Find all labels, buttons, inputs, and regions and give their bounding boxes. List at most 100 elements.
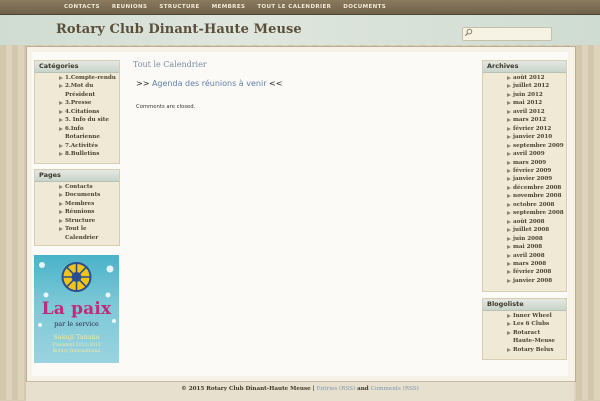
arrow-icon <box>59 118 63 123</box>
page-title: Tout le Calendrier <box>133 60 207 69</box>
arrow-icon <box>507 76 511 80</box>
archive-label: mars 2009 <box>513 159 547 166</box>
page-item[interactable]: Structure <box>35 217 119 225</box>
archive-item[interactable]: décembre 2008 <box>483 184 566 192</box>
arrow-icon <box>59 101 63 106</box>
arrow-icon <box>59 210 63 215</box>
archive-item[interactable]: octobre 2008 <box>483 201 566 209</box>
comments-rss-link[interactable]: Comments (RSS) <box>371 386 419 392</box>
archive-label: janvier 2010 <box>513 134 553 141</box>
nav-structure[interactable]: STRUCTURE <box>153 0 205 12</box>
nav-tout-le-calendrier[interactable]: TOUT LE CALENDRIER <box>251 0 337 12</box>
archive-item[interactable]: mars 2012 <box>483 116 566 124</box>
archive-item[interactable]: septembre 2008 <box>483 209 566 217</box>
archive-label: septembre 2009 <box>513 142 564 149</box>
archive-item[interactable]: février 2012 <box>483 125 566 133</box>
archive-item[interactable]: mars 2008 <box>483 260 566 268</box>
archive-item[interactable]: janvier 2010 <box>483 133 566 141</box>
arrow-icon <box>59 218 63 223</box>
arrow-icon <box>507 322 511 327</box>
archive-label: mai 2008 <box>513 244 543 251</box>
rotary-banner[interactable]: La paix par le service Sakuji Tanaka Pré… <box>34 255 119 363</box>
page-item[interactable]: Membres <box>35 200 119 208</box>
arrow-icon <box>507 202 511 207</box>
nav-membres[interactable]: MEMBRES <box>206 0 252 12</box>
category-label: 2.Mot du Président <box>65 83 96 98</box>
archive-label: janvier 2009 <box>513 176 553 183</box>
page-label: Tout le Calendrier <box>65 226 99 241</box>
category-item[interactable]: 3.Presse <box>35 99 119 107</box>
archive-item[interactable]: juin 2012 <box>483 91 566 99</box>
archive-item[interactable]: mars 2009 <box>483 159 566 167</box>
nav-reunions[interactable]: REUNIONS <box>106 0 154 12</box>
arrow-icon <box>507 92 511 97</box>
archive-label: février 2009 <box>513 167 552 174</box>
archive-item[interactable]: août 2008 <box>483 218 566 226</box>
blog-label: Les 6 Clubs <box>513 321 550 328</box>
archive-label: février 2012 <box>513 125 552 132</box>
page-item[interactable]: Contacts <box>35 183 119 191</box>
page-item[interactable]: Tout le Calendrier <box>35 225 105 242</box>
page-item[interactable]: Documents <box>35 191 119 199</box>
archive-label: août 2008 <box>513 218 545 225</box>
archive-item[interactable]: avril 2009 <box>483 150 566 158</box>
archive-item[interactable]: avril 2008 <box>483 252 566 260</box>
arrow-icon <box>59 126 63 131</box>
arrow-icon <box>507 109 511 114</box>
arrow-icon <box>59 201 63 206</box>
archive-label: mars 2012 <box>513 117 547 124</box>
category-item[interactable]: 2.Mot du Président <box>35 82 115 99</box>
search-icon[interactable] <box>464 28 473 37</box>
arrow-icon <box>507 253 511 258</box>
archives-widget: Archives août 2012 juillet 2012 juin 2012 m… <box>482 60 567 292</box>
blog-item[interactable]: Rotaract Haute-Meuse <box>483 329 557 346</box>
arrow-icon <box>507 143 511 148</box>
archive-item[interactable]: novembre 2008 <box>483 192 566 200</box>
archive-label: avril 2009 <box>513 151 545 158</box>
blog-item[interactable]: Les 6 Clubs <box>483 320 566 328</box>
agenda-suffix: << <box>266 79 283 88</box>
arrow-icon <box>507 245 511 250</box>
category-item[interactable]: 5. Info du site <box>35 116 119 124</box>
entries-rss-link[interactable]: Entries (RSS) <box>317 386 356 392</box>
category-item[interactable]: 8.Bulletins <box>35 150 119 158</box>
agenda-link[interactable]: Agenda des réunions à venir <box>152 79 267 88</box>
archive-item[interactable]: janvier 2009 <box>483 175 566 183</box>
archive-item[interactable]: septembre 2009 <box>483 142 566 150</box>
category-item[interactable]: 1.Compte-rendu <box>35 74 119 82</box>
nav-contacts[interactable]: CONTACTS <box>58 0 106 12</box>
archive-item[interactable]: juillet 2008 <box>483 226 566 234</box>
archive-item[interactable]: février 2009 <box>483 167 566 175</box>
nav-documents[interactable]: DOCUMENTS <box>337 0 392 12</box>
archive-label: janvier 2008 <box>513 277 553 284</box>
banner-org: Rotary International <box>52 349 101 354</box>
blog-label: Rotaract Haute-Meuse <box>513 329 555 345</box>
blog-item[interactable]: Rotary Belux <box>483 346 566 354</box>
archive-item[interactable]: août 2012 <box>483 74 566 82</box>
category-item[interactable]: 4.Citations <box>35 108 119 116</box>
archive-item[interactable]: mai 2012 <box>483 99 566 107</box>
footer-copyright: © 2015 Rotary Club Dinant-Haute Meuse | <box>181 386 317 392</box>
page-label: Membres <box>65 200 95 207</box>
archive-label: septembre 2008 <box>513 210 564 217</box>
arrow-icon <box>59 193 63 198</box>
archive-item[interactable]: juin 2008 <box>483 235 566 243</box>
arrow-icon <box>507 177 511 182</box>
archive-label: avril 2008 <box>513 252 545 259</box>
arrow-icon <box>507 347 511 352</box>
archive-label: février 2008 <box>513 269 552 276</box>
page-item[interactable]: Réunions <box>35 208 119 216</box>
site-title[interactable]: Rotary Club Dinant-Haute Meuse <box>56 22 302 37</box>
archive-item[interactable]: janvier 2008 <box>483 277 566 285</box>
archive-item[interactable]: juillet 2012 <box>483 82 566 90</box>
category-item[interactable]: 7.Activités <box>35 142 119 150</box>
arrow-icon <box>59 76 63 80</box>
search-input[interactable] <box>462 27 552 41</box>
archive-item[interactable]: mai 2008 <box>483 243 566 251</box>
categories-widget: Catégories 1.Compte-rendu 2.Mot du Prési… <box>34 60 120 164</box>
blog-item[interactable]: Inner Wheel <box>483 312 566 320</box>
category-item[interactable]: 6.Info Rotarienne <box>35 125 115 142</box>
banner-name: Sakuji Tanaka <box>53 333 100 341</box>
archive-item[interactable]: février 2008 <box>483 268 566 276</box>
archive-item[interactable]: avril 2012 <box>483 108 566 116</box>
